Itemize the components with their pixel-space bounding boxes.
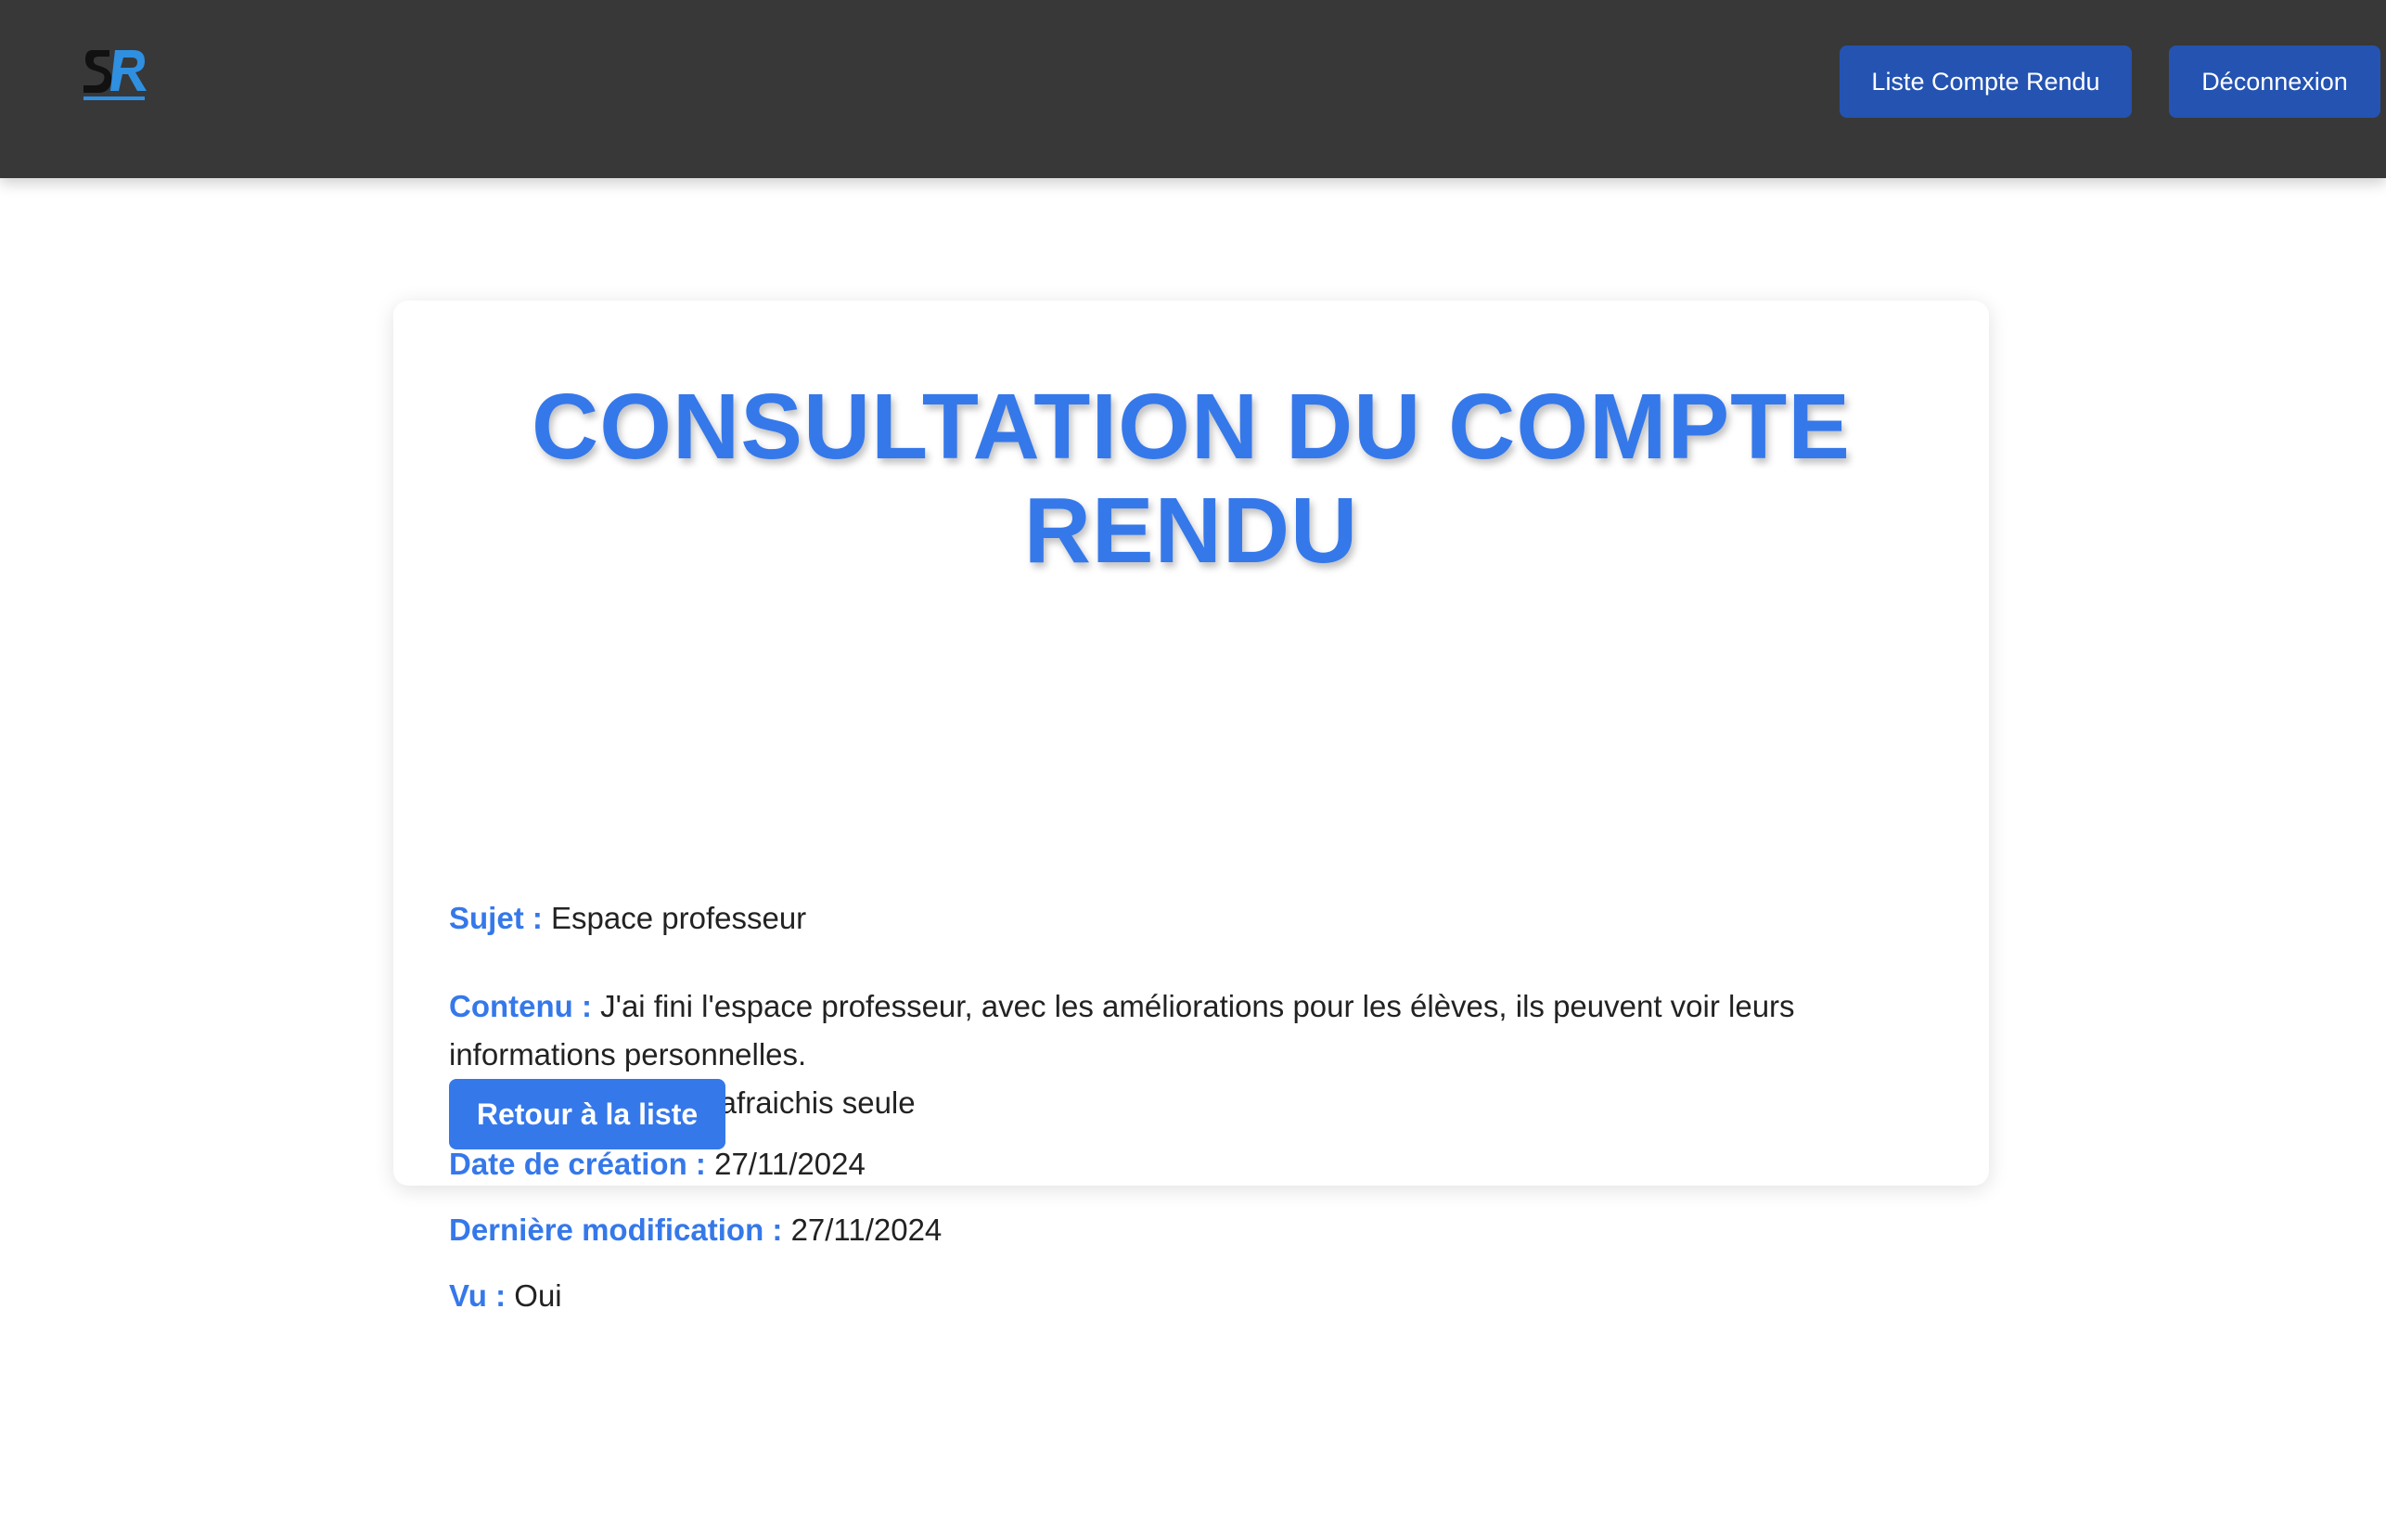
field-sujet: Sujet : Espace professeur xyxy=(449,894,1952,943)
field-vu-label: Vu : xyxy=(449,1278,507,1313)
field-sujet-label: Sujet : xyxy=(449,901,543,935)
field-sujet-value: Espace professeur xyxy=(551,901,807,935)
sr-logo-icon[interactable] xyxy=(82,46,148,106)
field-contenu-value: J'ai fini l'espace professeur, avec les … xyxy=(449,989,1795,1072)
field-vu-value: Oui xyxy=(514,1278,562,1313)
liste-compte-rendu-button[interactable]: Liste Compte Rendu xyxy=(1840,45,2132,118)
field-vu: Vu : Oui xyxy=(449,1272,1952,1320)
page-title: CONSULTATION DU COMPTE RENDU xyxy=(532,375,1851,583)
report-card: CONSULTATION DU COMPTE RENDU Sujet : Esp… xyxy=(393,301,1989,1313)
field-date-creation-label: Date de création : xyxy=(449,1147,706,1181)
field-date-creation-value: 27/11/2024 xyxy=(714,1147,866,1181)
logout-button[interactable]: Déconnexion xyxy=(2169,45,2380,118)
back-to-list-button[interactable]: Retour à la liste xyxy=(449,1079,725,1149)
field-derniere-modification: Dernière modification : 27/11/2024 xyxy=(449,1206,1952,1254)
field-contenu-label: Contenu : xyxy=(449,989,592,1023)
field-derniere-modification-value: 27/11/2024 xyxy=(790,1213,943,1247)
top-navbar: Liste Compte Rendu Déconnexion xyxy=(0,0,2386,178)
field-derniere-modification-label: Dernière modification : xyxy=(449,1213,783,1247)
